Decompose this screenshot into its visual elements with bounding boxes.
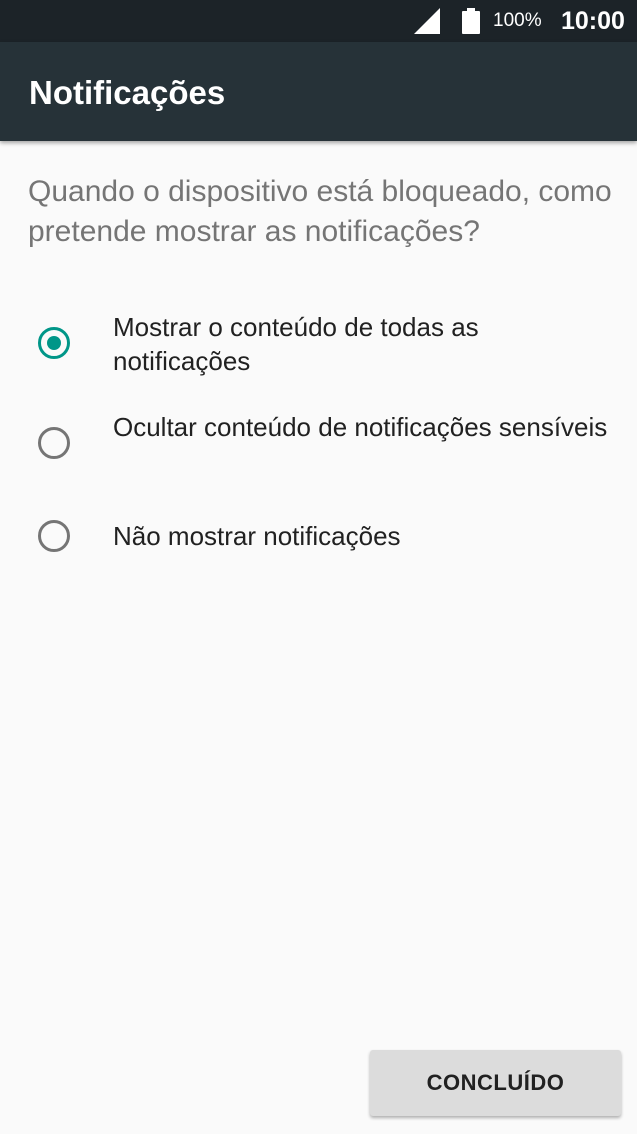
radio-selected-icon[interactable] xyxy=(38,327,70,359)
app-bar: Notificações xyxy=(0,42,637,141)
option-label: Não mostrar notificações xyxy=(113,521,401,551)
clock-time: 10:00 xyxy=(561,7,625,35)
cell-signal-icon xyxy=(414,8,440,34)
lockscreen-question: Quando o dispositivo está bloqueado, com… xyxy=(28,175,612,248)
status-bar: 100% 10:00 xyxy=(0,0,637,42)
option-hide-notifications[interactable]: Não mostrar notificações xyxy=(0,515,637,559)
battery-full-icon xyxy=(462,8,480,34)
battery-percent: 100% xyxy=(493,10,542,31)
option-label: Mostrar o conteúdo de todas as notificaç… xyxy=(113,312,479,376)
radio-unselected-icon[interactable] xyxy=(38,427,70,459)
page-title: Notificações xyxy=(29,74,226,111)
option-label: Ocultar conteúdo de notificações sensíve… xyxy=(113,412,608,442)
option-show-all-content[interactable]: Mostrar o conteúdo de todas as notificaç… xyxy=(0,310,637,380)
option-hide-sensitive-content[interactable]: Ocultar conteúdo de notificações sensíve… xyxy=(0,410,637,480)
done-button[interactable]: CONCLUÍDO xyxy=(370,1050,621,1116)
radio-unselected-icon[interactable] xyxy=(38,520,70,552)
